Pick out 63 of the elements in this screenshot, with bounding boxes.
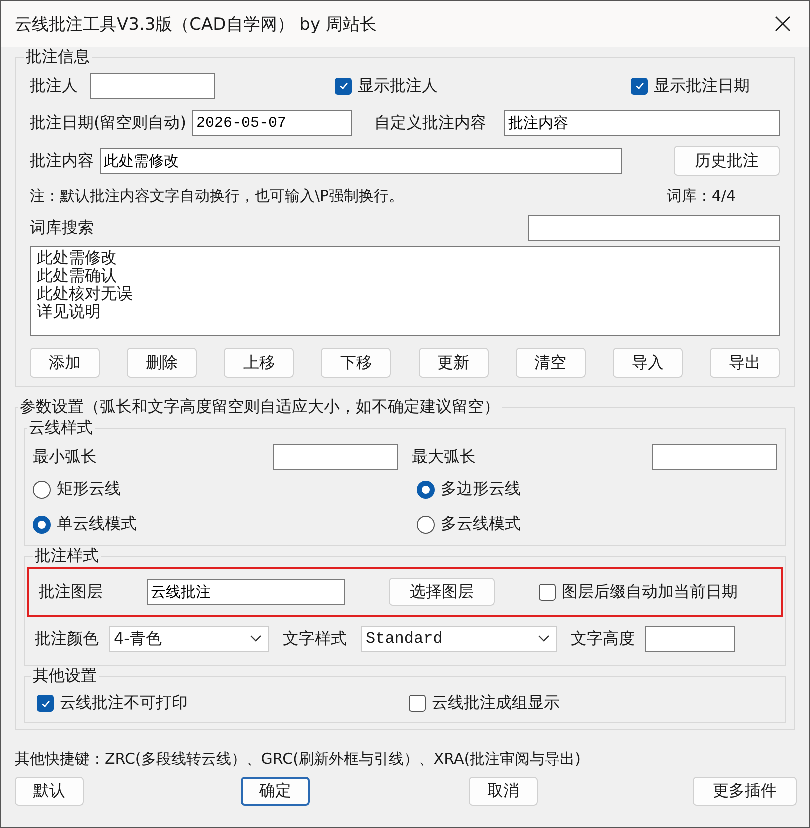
checkbox[interactable]: 图层后缀自动加当前日期 xyxy=(539,582,738,602)
checkbox[interactable]: 云线批注不可打印 xyxy=(37,693,409,714)
radio-button[interactable]: 多边形云线 xyxy=(417,479,777,500)
content-field[interactable]: 此处需修改 xyxy=(100,148,622,174)
list-button[interactable]: 添加 xyxy=(30,348,100,378)
list-button[interactable]: 导出 xyxy=(710,348,780,378)
field-label: 批注颜色 xyxy=(35,628,99,650)
field-label: 批注内容 xyxy=(30,150,94,172)
chevron-icon xyxy=(250,635,262,643)
list-button[interactable]: 清空 xyxy=(516,348,586,378)
checkbox[interactable]: 显示批注日期 xyxy=(631,76,750,96)
search-field[interactable] xyxy=(528,215,780,241)
history-button[interactable]: 历史批注 xyxy=(674,146,780,176)
field-label: 批注日期(留空则自动) xyxy=(30,112,186,134)
max-arc-field[interactable] xyxy=(652,444,777,470)
color-dropdown[interactable]: 4-青色 xyxy=(109,626,269,652)
list-item[interactable]: 此处需确认 xyxy=(37,267,117,285)
date-field[interactable]: 2026-05-07 xyxy=(192,110,352,136)
library-count: 词库：4/4 xyxy=(666,186,736,206)
radio-button[interactable]: 单云线模式 xyxy=(33,514,417,535)
field-label: 批注人 xyxy=(30,76,78,96)
field-label: 自定义批注内容 xyxy=(374,112,486,134)
radio-button[interactable]: 矩形云线 xyxy=(33,479,417,500)
annotator-field[interactable] xyxy=(90,73,215,99)
custom-content-field[interactable]: 批注内容 xyxy=(504,110,780,136)
text-height-field[interactable] xyxy=(645,626,735,652)
list-button[interactable]: 导入 xyxy=(612,348,683,378)
group-title: 批注样式 xyxy=(34,546,100,567)
field-label: 文字高度 xyxy=(571,628,635,650)
check-icon xyxy=(338,80,350,92)
list-item[interactable]: 此处核对无误 xyxy=(37,285,133,303)
list-button[interactable]: 删除 xyxy=(127,348,198,378)
dialog-button[interactable]: 取消 xyxy=(469,777,538,806)
group-title: 云线样式 xyxy=(28,418,94,439)
radio-button[interactable]: 多云线模式 xyxy=(417,514,777,535)
min-arc-field[interactable] xyxy=(273,444,398,470)
field-label: 批注图层 xyxy=(39,582,103,602)
checkbox[interactable]: 显示批注人 xyxy=(335,76,438,96)
field-label: 文字样式 xyxy=(283,628,347,650)
list-button[interactable]: 更新 xyxy=(418,348,489,378)
layer-field[interactable]: 云线批注 xyxy=(147,579,345,605)
group-title: 批注信息 xyxy=(25,47,91,68)
field-label: 最小弧长 xyxy=(33,446,97,468)
close-icon[interactable] xyxy=(775,16,791,32)
group-title: 参数设置（弧长和文字高度留空则自适应大小，如不确定建议留空） xyxy=(19,397,501,418)
chevron-icon xyxy=(538,635,550,643)
note-text: 注：默认批注内容文字自动换行，也可输入\P强制换行。 xyxy=(30,186,404,206)
checkbox[interactable]: 云线批注成组显示 xyxy=(409,693,773,714)
shortcuts-text: 其他快捷键：ZRC(多段线转云线）、GRC(刷新外框与引线）、XRA(批注审阅与导出) xyxy=(15,750,582,769)
text-style-dropdown[interactable]: Standard xyxy=(361,626,557,652)
select-layer-button[interactable]: 选择图层 xyxy=(389,578,495,606)
window-title: 云线批注工具V3.3版（CAD自学网） by 周站长 xyxy=(15,14,377,36)
check-icon xyxy=(634,80,646,92)
list-button[interactable]: 下移 xyxy=(321,348,392,378)
list-item[interactable]: 详见说明 xyxy=(37,303,101,321)
field-label: 词库搜索 xyxy=(30,218,94,238)
dialog-button[interactable]: 确定 xyxy=(241,777,310,806)
list-item[interactable]: 此处需修改 xyxy=(37,249,117,267)
field-label: 最大弧长 xyxy=(412,446,476,468)
dialog-button[interactable]: 默认 xyxy=(15,777,84,806)
list-button[interactable]: 上移 xyxy=(224,348,294,378)
group-title: 其他设置 xyxy=(32,666,98,687)
dialog-button[interactable]: 更多插件 xyxy=(693,777,797,806)
